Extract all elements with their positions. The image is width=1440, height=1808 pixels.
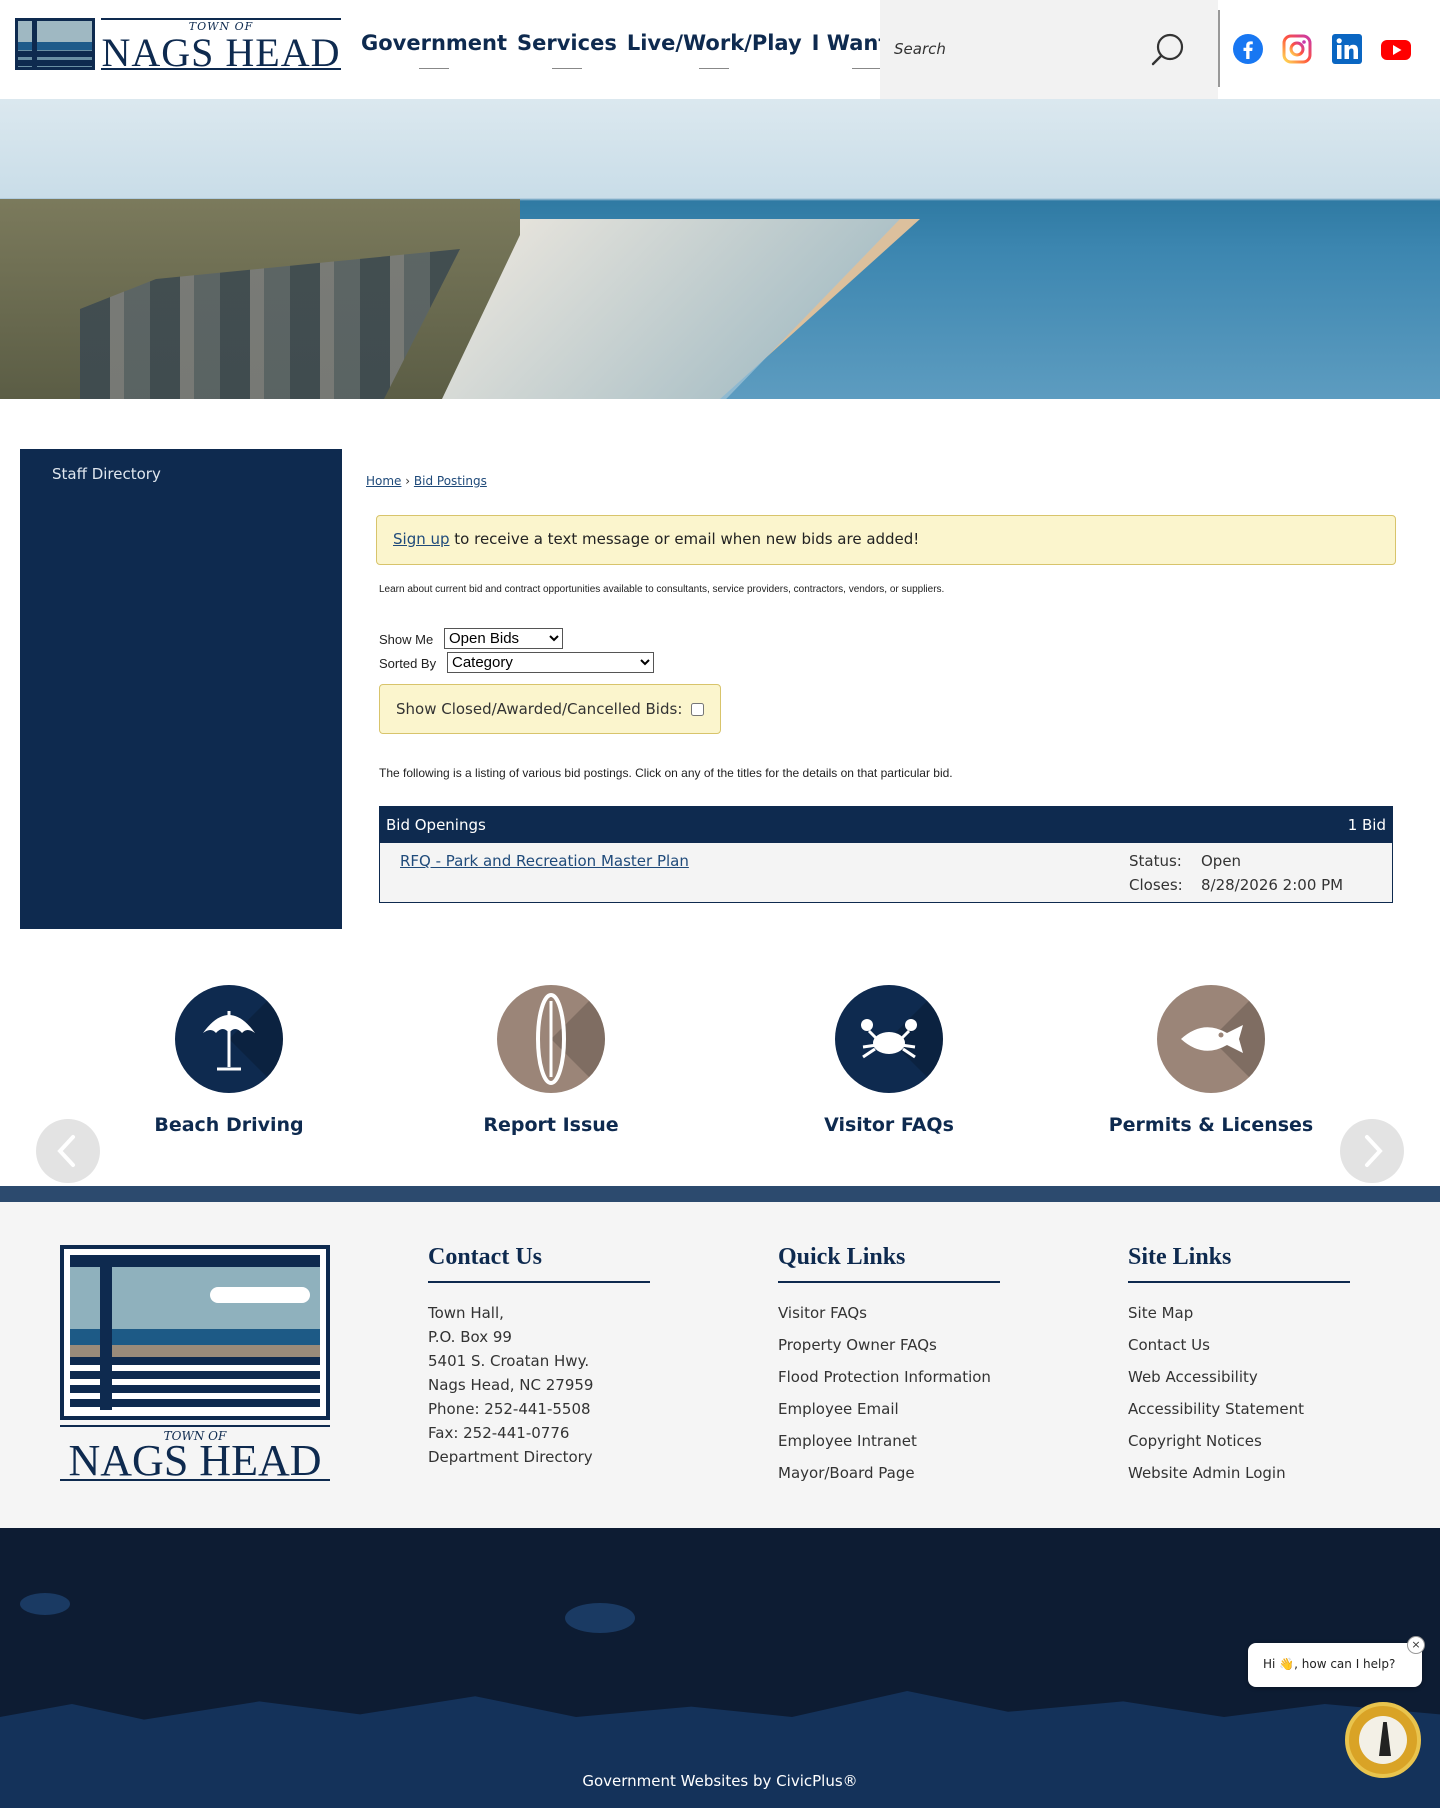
show-closed-checkbox[interactable] xyxy=(691,703,704,716)
permits-licenses-button[interactable] xyxy=(1157,985,1265,1093)
show-closed-label: Show Closed/Awarded/Cancelled Bids: xyxy=(396,700,683,718)
bid-count: 1 Bid xyxy=(1347,816,1386,834)
sorted-by-select[interactable]: Category xyxy=(447,652,654,673)
closes-value: 8/28/2026 2:00 PM xyxy=(1201,876,1344,894)
chat-avatar-button[interactable] xyxy=(1345,1702,1421,1778)
notice-text: to receive a text message or email when … xyxy=(449,530,920,548)
footer-site-links: Site Links Site Map Contact Us Web Acces… xyxy=(1128,1244,1388,1493)
footer-link[interactable]: Accessibility Statement xyxy=(1128,1397,1388,1429)
sorted-by-label: Sorted By xyxy=(379,656,437,671)
listing-text: The following is a listing of various bi… xyxy=(379,766,953,780)
nav-live-work-play[interactable]: Live/Work/Play xyxy=(622,0,807,99)
nav-label: Live/Work/Play xyxy=(626,30,802,55)
chat-greeting-text: Hi 👋, how can I help? xyxy=(1263,1657,1396,1671)
show-closed-box: Show Closed/Awarded/Cancelled Bids: xyxy=(379,684,721,734)
surfboard-icon xyxy=(536,993,566,1085)
header-divider xyxy=(1218,10,1220,87)
facebook-icon[interactable] xyxy=(1233,34,1263,64)
breadcrumb-home[interactable]: Home xyxy=(366,474,401,488)
closes-label: Closes: xyxy=(1129,876,1183,894)
signup-notice: Sign up to receive a text message or ema… xyxy=(376,515,1396,565)
visitor-faqs-label[interactable]: Visitor FAQs xyxy=(759,1114,1019,1136)
site-links-heading: Site Links xyxy=(1128,1244,1350,1283)
contact-line: Phone: 252-441-5508 xyxy=(428,1400,591,1418)
bid-category-title: Bid Openings xyxy=(386,816,486,834)
show-me-select[interactable]: Open Bids xyxy=(444,628,563,649)
footer-link[interactable]: Flood Protection Information xyxy=(778,1365,1038,1397)
department-directory-link[interactable]: Department Directory xyxy=(428,1445,688,1469)
search-box xyxy=(880,0,1218,99)
show-me-label: Show Me xyxy=(379,632,434,647)
umbrella-icon xyxy=(203,1011,255,1071)
signup-link[interactable]: Sign up xyxy=(393,530,450,548)
footer-link[interactable]: Employee Email xyxy=(778,1397,1038,1429)
civicplus-credit-link[interactable]: Government Websites by CivicPlus® xyxy=(0,1772,1440,1790)
carousel-next-button[interactable] xyxy=(1340,1119,1404,1183)
site-header: TOWN OF NAGS HEAD Government Services Li… xyxy=(0,0,1440,99)
footer-link[interactable]: Contact Us xyxy=(1128,1333,1388,1365)
linkedin-icon[interactable] xyxy=(1332,34,1362,64)
crab-icon xyxy=(861,1019,917,1059)
footer-link[interactable]: Website Admin Login xyxy=(1128,1461,1388,1493)
search-icon[interactable] xyxy=(1148,30,1188,70)
footer-link[interactable]: Site Map xyxy=(1128,1301,1388,1333)
visitor-faqs-button[interactable] xyxy=(835,985,943,1093)
chat-greeting-bubble[interactable]: Hi 👋, how can I help? xyxy=(1248,1643,1422,1687)
youtube-icon[interactable] xyxy=(1381,34,1411,64)
chat-close-icon[interactable]: × xyxy=(1407,1636,1425,1654)
status-value: Open xyxy=(1201,852,1242,870)
footer-link[interactable]: Mayor/Board Page xyxy=(778,1461,1038,1493)
contact-line: Town Hall, xyxy=(428,1304,504,1322)
quick-links-heading: Quick Links xyxy=(778,1244,1000,1283)
beach-driving-button[interactable] xyxy=(175,985,283,1093)
intro-text: Learn about current bid and contract opp… xyxy=(379,584,945,595)
bid-table-header: Bid Openings 1 Bid xyxy=(380,807,1392,843)
footer-ocean-background xyxy=(0,1528,1440,1808)
contact-line: 5401 S. Croatan Hwy. xyxy=(428,1352,590,1370)
breadcrumb-bid-postings[interactable]: Bid Postings xyxy=(414,474,487,488)
report-issue-button[interactable] xyxy=(497,985,605,1093)
instagram-icon[interactable] xyxy=(1282,34,1312,64)
main-nav: Government Services Live/Work/Play I Wan… xyxy=(356,0,927,99)
logo-pier-image xyxy=(15,18,95,70)
breadcrumb: Home › Bid Postings xyxy=(366,474,487,488)
contact-line: P.O. Box 99 xyxy=(428,1328,512,1346)
nav-label: Government xyxy=(361,30,508,55)
footer-logo-image xyxy=(60,1245,330,1420)
footer-logo-wordmark: TOWN OF NAGS HEAD xyxy=(60,1425,330,1485)
nav-label: Services xyxy=(517,30,617,55)
status-label: Status: xyxy=(1129,852,1182,870)
nav-government[interactable]: Government xyxy=(356,0,512,99)
footer-link[interactable]: Copyright Notices xyxy=(1128,1429,1388,1461)
beach-driving-label[interactable]: Beach Driving xyxy=(99,1114,359,1136)
footer-link[interactable]: Property Owner FAQs xyxy=(778,1333,1038,1365)
footer-logo-big-text: NAGS HEAD xyxy=(68,1436,322,1485)
carousel-prev-button[interactable] xyxy=(36,1119,100,1183)
permits-licenses-label[interactable]: Permits & Licenses xyxy=(1081,1114,1341,1136)
bid-table: Bid Openings 1 Bid RFQ - Park and Recrea… xyxy=(379,806,1393,903)
nav-services[interactable]: Services xyxy=(512,0,622,99)
footer-top-bar xyxy=(0,1186,1440,1202)
footer-logo[interactable]: TOWN OF NAGS HEAD xyxy=(60,1245,330,1485)
sidebar-item-staff-directory[interactable]: Staff Directory xyxy=(52,465,161,483)
hero-beach-image xyxy=(0,99,1440,399)
sidebar: Staff Directory xyxy=(20,449,342,929)
footer-contact: Contact Us Town Hall, P.O. Box 99 5401 S… xyxy=(428,1244,688,1469)
footer-link[interactable]: Employee Intranet xyxy=(778,1429,1038,1461)
breadcrumb-separator: › xyxy=(405,474,411,488)
logo-big-text: NAGS HEAD xyxy=(101,30,341,75)
contact-line: Nags Head, NC 27959 xyxy=(428,1376,594,1394)
footer-link[interactable]: Web Accessibility xyxy=(1128,1365,1388,1397)
report-issue-label[interactable]: Report Issue xyxy=(421,1114,681,1136)
footer-link[interactable]: Visitor FAQs xyxy=(778,1301,1038,1333)
contact-line: Fax: 252-441-0776 xyxy=(428,1424,570,1442)
search-input[interactable] xyxy=(894,32,1154,66)
fish-icon xyxy=(1181,1025,1243,1053)
logo-wordmark: TOWN OF NAGS HEAD xyxy=(101,18,341,75)
footer-quick-links: Quick Links Visitor FAQs Property Owner … xyxy=(778,1244,1038,1493)
site-logo[interactable]: TOWN OF NAGS HEAD xyxy=(15,18,341,75)
bid-title-link[interactable]: RFQ - Park and Recreation Master Plan xyxy=(400,852,689,870)
table-row: RFQ - Park and Recreation Master Plan St… xyxy=(380,843,1392,902)
contact-heading: Contact Us xyxy=(428,1244,650,1283)
